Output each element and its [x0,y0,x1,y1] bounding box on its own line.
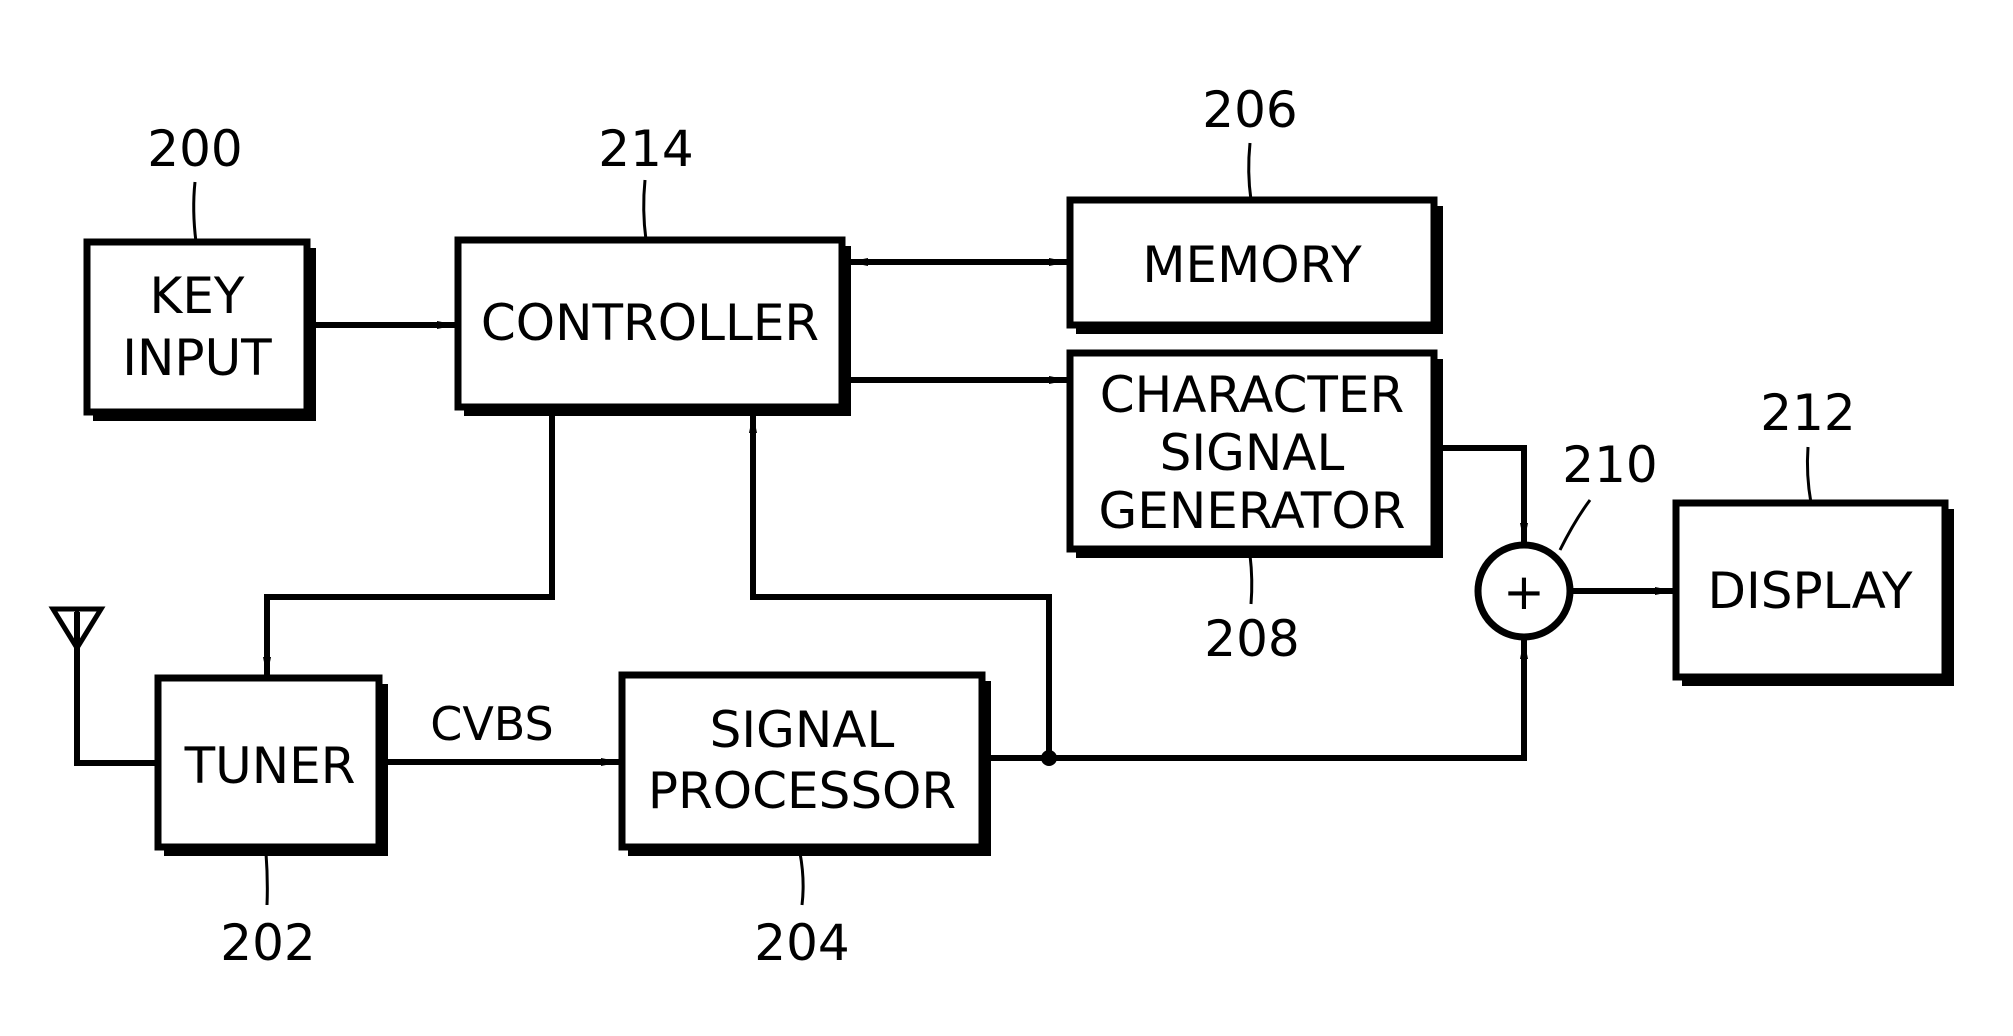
leader-214 [642,179,648,241]
display-label: DISPLAY [1707,562,1912,620]
block-memory[interactable]: MEMORY [1066,196,1443,334]
wire-controller-tuner [263,413,555,677]
ref-208: 208 [1204,610,1299,668]
leader-206 [1247,142,1253,201]
ref-212: 212 [1760,384,1855,442]
junction-dot [1041,750,1057,766]
leader-212 [1805,446,1813,504]
leader-208 [1248,554,1254,605]
chargen-label-line2: SIGNAL [1160,424,1345,482]
block-adder[interactable]: + [1474,541,1574,641]
leader-200 [192,181,198,243]
ref-206: 206 [1202,81,1297,139]
block-key-input[interactable]: KEY INPUT [83,238,316,421]
key-input-label-line2: INPUT [122,329,272,387]
ref-200: 200 [147,120,242,178]
ref-202: 202 [220,914,315,972]
signal-label-cvbs: CVBS [430,697,554,751]
block-display[interactable]: DISPLAY [1672,499,1954,686]
leader-202 [264,852,269,906]
ref-204: 204 [754,914,849,972]
wire-antenna-tuner [74,612,156,766]
processor-label-line2: PROCESSOR [648,762,956,820]
antenna-icon [48,606,106,653]
ref-214: 214 [598,120,693,178]
processor-label-line1: SIGNAL [710,701,895,759]
block-controller[interactable]: CONTROLLER [454,236,851,416]
controller-label: CONTROLLER [481,294,819,352]
chargen-label-line3: GENERATOR [1098,482,1405,540]
adder-symbol: + [1503,563,1545,621]
key-input-label-line1: KEY [150,267,245,325]
leader-204 [798,852,805,906]
tuner-label: TUNER [184,737,356,795]
memory-label: MEMORY [1142,236,1362,294]
chargen-label-line1: CHARACTER [1100,366,1405,424]
block-tuner[interactable]: TUNER [154,674,388,856]
block-character-signal-generator[interactable]: CHARACTER SIGNAL GENERATOR [1066,349,1443,558]
ref-210: 210 [1562,436,1657,494]
leader-210 [1558,499,1592,551]
block-signal-processor[interactable]: SIGNAL PROCESSOR [618,671,991,856]
wire-chargen-adder [1440,445,1528,543]
block-diagram: KEY INPUT 200 CONTROLLER 214 MEMORY 206 … [48,81,1954,972]
